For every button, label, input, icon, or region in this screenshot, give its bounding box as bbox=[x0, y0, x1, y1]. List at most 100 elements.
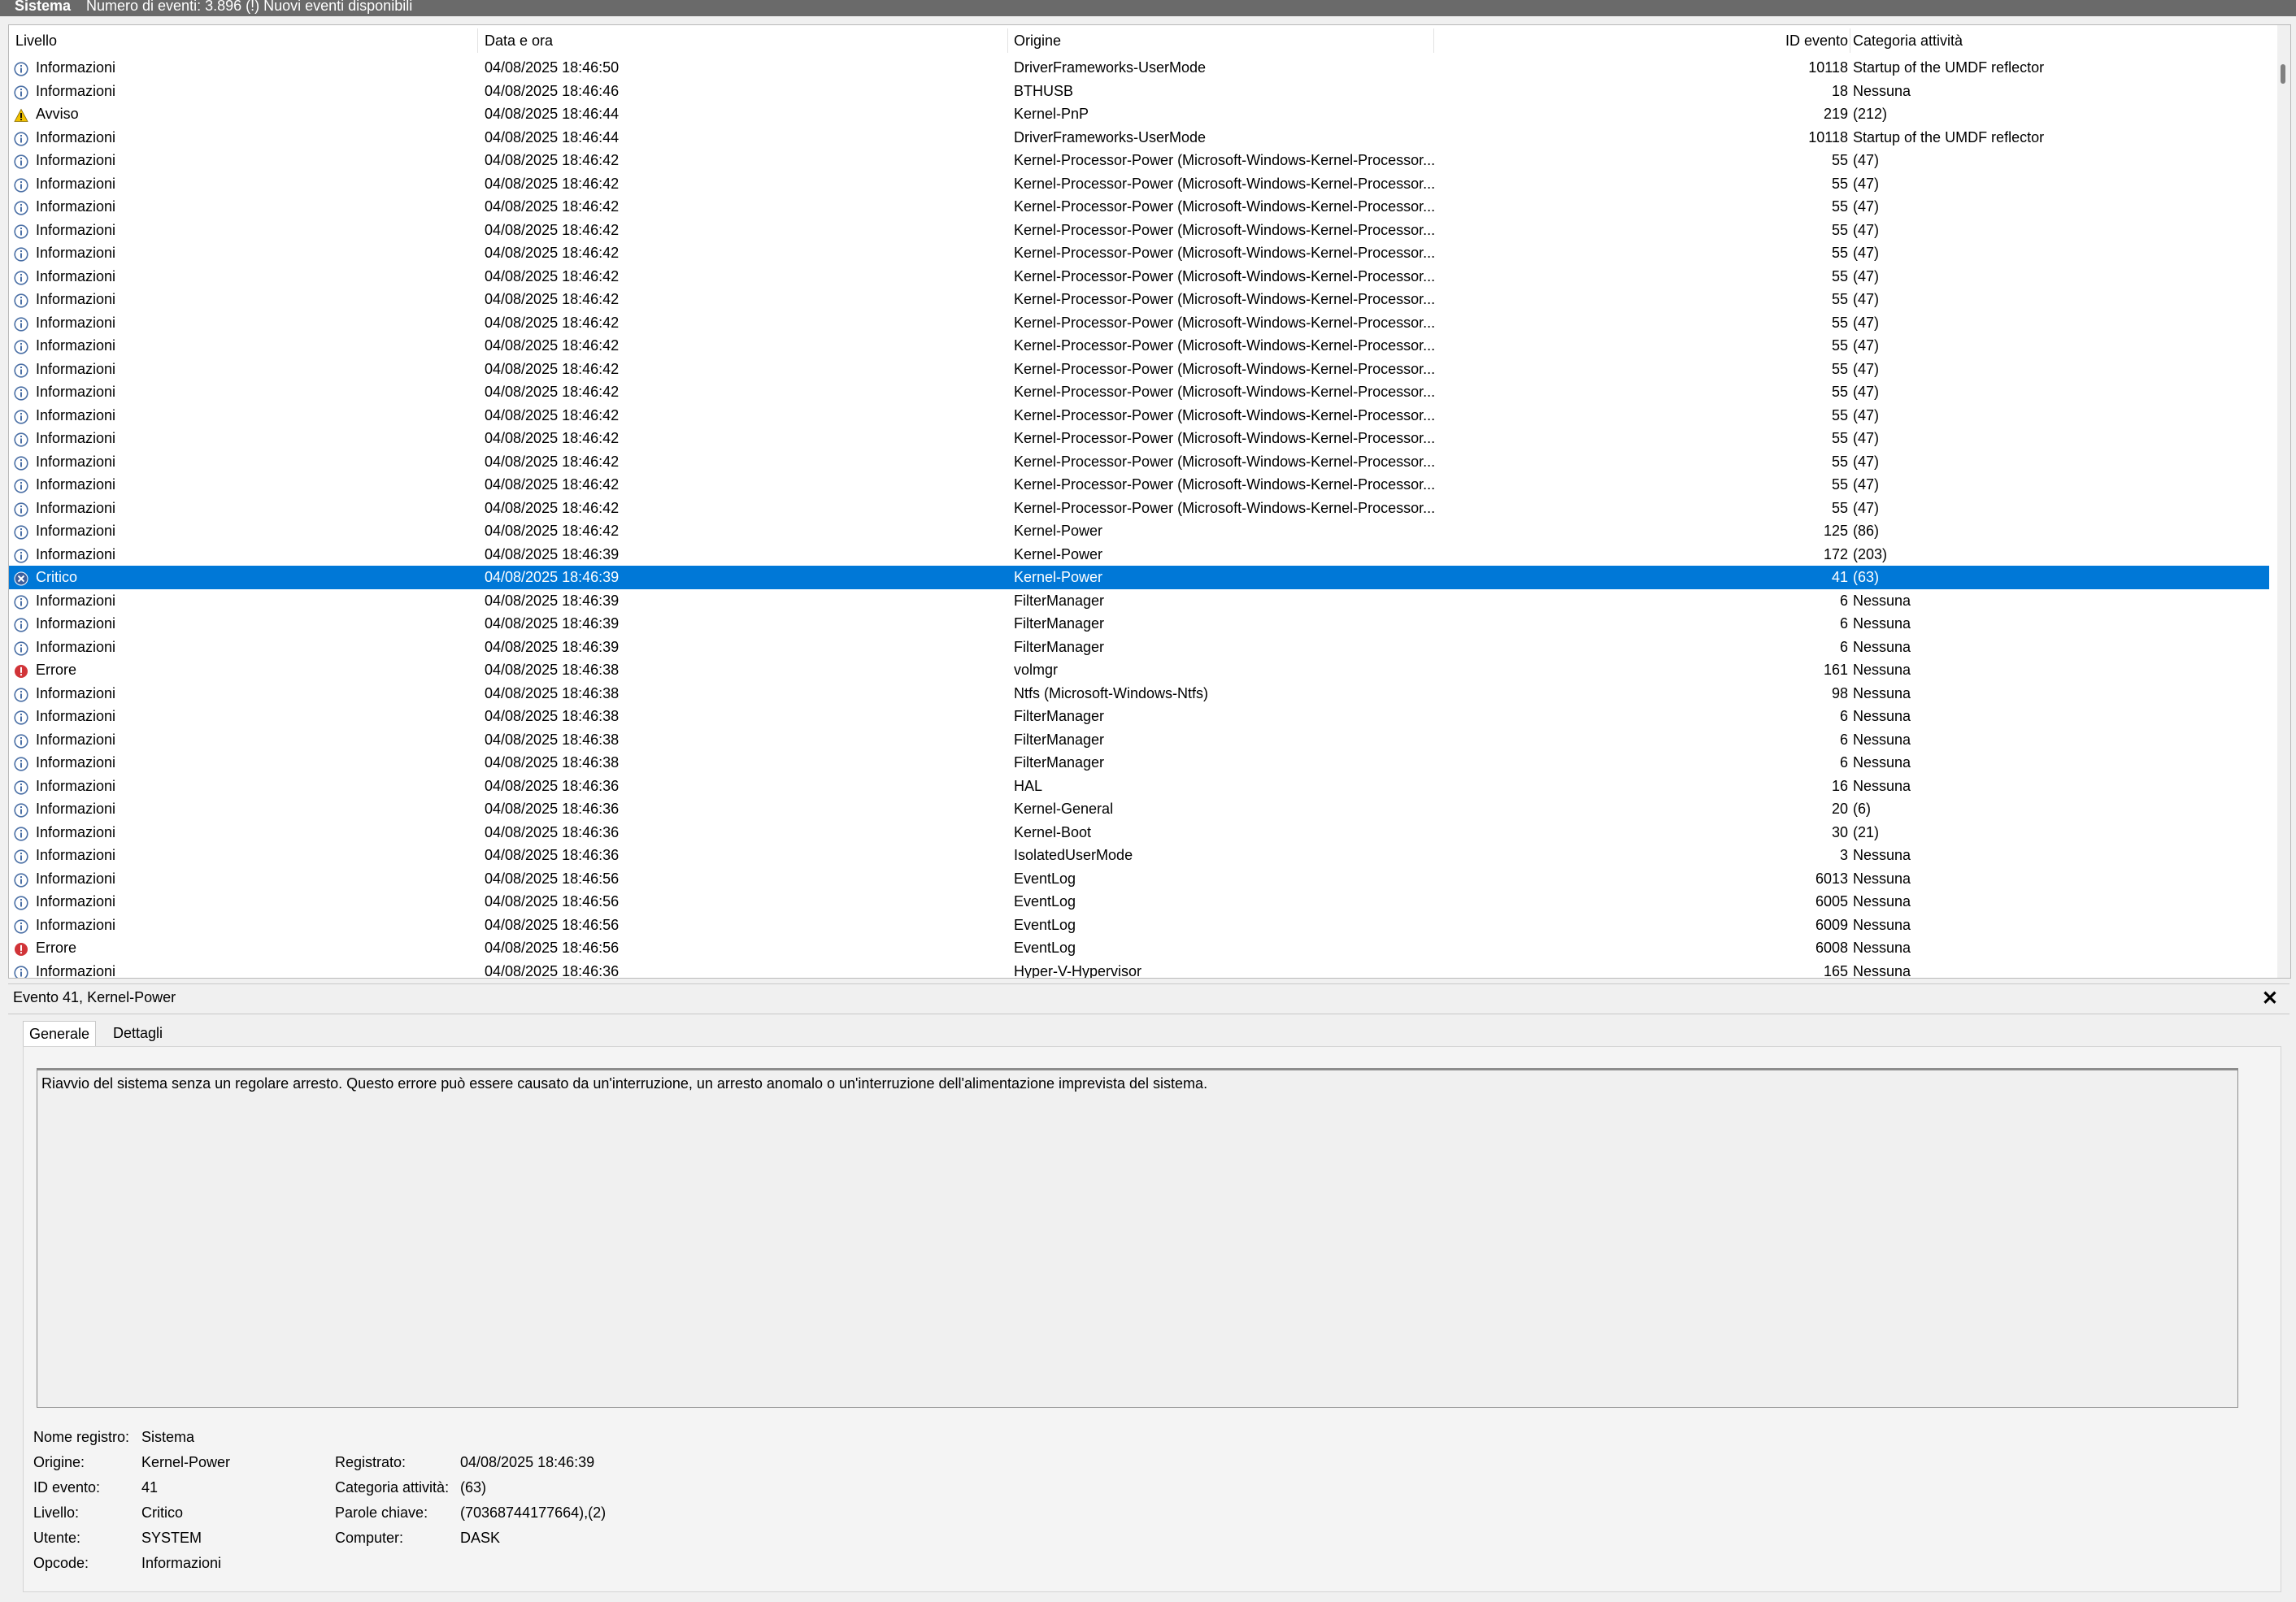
table-row[interactable]: Informazioni 04/08/2025 18:46:42 Kernel-Pr… bbox=[9, 149, 2269, 172]
table-row[interactable]: Informazioni 04/08/2025 18:46:56 EventLog 6… bbox=[9, 890, 2269, 914]
event-count[interactable]: Numero di eventi: 3.896 (!) Nuovi eventi… bbox=[86, 0, 412, 13]
table-row[interactable]: Informazioni 04/08/2025 18:46:39 FilterMan… bbox=[9, 636, 2269, 659]
table-row[interactable]: Informazioni 04/08/2025 18:46:42 Kernel-Pr… bbox=[9, 497, 2269, 520]
column-header-event-id[interactable]: ID evento bbox=[1749, 33, 1848, 50]
column-separator[interactable] bbox=[1007, 28, 1008, 53]
log-name-value: Sistema bbox=[141, 1429, 195, 1445]
column-header-category[interactable]: Categoria attività bbox=[1853, 33, 1963, 50]
date-cell: 04/08/2025 18:46:38 bbox=[485, 662, 620, 678]
date-cell: 04/08/2025 18:46:38 bbox=[485, 754, 620, 771]
source-cell: DriverFrameworks-UserMode bbox=[1014, 59, 1207, 76]
table-row[interactable]: Informazioni 04/08/2025 18:46:38 FilterMan… bbox=[9, 751, 2269, 775]
table-row[interactable]: Informazioni 04/08/2025 18:46:36 Hyper-V-H… bbox=[9, 960, 2269, 979]
table-row[interactable]: Informazioni 04/08/2025 18:46:42 Kernel-Pr… bbox=[9, 265, 2269, 289]
table-row[interactable]: Informazioni 04/08/2025 18:46:42 Kernel-Pr… bbox=[9, 404, 2269, 428]
table-row[interactable]: Informazioni 04/08/2025 18:46:42 Kernel-Pr… bbox=[9, 172, 2269, 196]
category-cell: (203) bbox=[1853, 545, 1888, 562]
table-row[interactable]: Informazioni 04/08/2025 18:46:36 IsolatedU… bbox=[9, 844, 2269, 867]
table-row[interactable]: Informazioni 04/08/2025 18:46:39 FilterMan… bbox=[9, 589, 2269, 613]
log-title: Sistema bbox=[15, 0, 72, 14]
event-description-box[interactable]: Riavvio del sistema senza un regolare ar… bbox=[37, 1068, 2238, 1408]
event-detail-header: Evento 41, Kernel-Power ✕ bbox=[8, 983, 2289, 1014]
category-cell: Nessuna bbox=[1853, 777, 1911, 794]
table-row[interactable]: Informazioni 04/08/2025 18:46:42 Kernel-Pr… bbox=[9, 380, 2269, 404]
date-cell: 04/08/2025 18:46:50 bbox=[485, 59, 620, 76]
date-cell: 04/08/2025 18:46:42 bbox=[485, 198, 620, 215]
table-row[interactable]: Informazioni 04/08/2025 18:46:44 DriverFra… bbox=[9, 126, 2269, 150]
category-cell: Nessuna bbox=[1853, 592, 1911, 609]
source-cell: Kernel-Processor-Power (Microsoft-Window… bbox=[1014, 430, 1436, 446]
info-icon bbox=[14, 825, 28, 841]
event-id-cell: 55 bbox=[1831, 221, 1848, 238]
tab-general[interactable]: Generale bbox=[23, 1021, 97, 1048]
table-row[interactable]: Informazioni 04/08/2025 18:46:39 Kernel-Po… bbox=[9, 543, 2269, 567]
table-row[interactable]: Informazioni 04/08/2025 18:46:36 HAL 16 Ness… bbox=[9, 775, 2269, 798]
column-header-date[interactable]: Data e ora bbox=[485, 33, 553, 50]
source-cell: Kernel-Boot bbox=[1014, 823, 1092, 840]
table-row[interactable]: Informazioni 04/08/2025 18:46:36 Kernel-Ge… bbox=[9, 797, 2269, 821]
table-row-selected[interactable]: Critico 04/08/2025 18:46:39 Kernel-Power 41… bbox=[9, 566, 2269, 589]
info-icon bbox=[14, 686, 28, 702]
event-id-cell: 10118 bbox=[1808, 128, 1848, 145]
table-row[interactable]: Informazioni 04/08/2025 18:46:36 Kernel-Bo… bbox=[9, 821, 2269, 844]
table-row[interactable]: Informazioni 04/08/2025 18:46:42 Kernel-Pr… bbox=[9, 241, 2269, 265]
table-row[interactable]: Informazioni 04/08/2025 18:46:56 EventLog 6… bbox=[9, 914, 2269, 937]
table-row[interactable]: Informazioni 04/08/2025 18:46:42 Kernel-Pr… bbox=[9, 358, 2269, 381]
table-row[interactable]: Informazioni 04/08/2025 18:46:38 FilterMan… bbox=[9, 705, 2269, 728]
table-row[interactable]: Informazioni 04/08/2025 18:46:42 Kernel-Pr… bbox=[9, 288, 2269, 311]
event-id-cell: 6005 bbox=[1815, 893, 1848, 910]
column-separator[interactable] bbox=[1433, 28, 1434, 53]
date-cell: 04/08/2025 18:46:44 bbox=[485, 106, 620, 122]
date-cell: 04/08/2025 18:46:46 bbox=[485, 82, 620, 99]
level-cell: Informazioni bbox=[36, 499, 116, 516]
date-cell: 04/08/2025 18:46:42 bbox=[485, 291, 620, 307]
table-row[interactable]: Informazioni 04/08/2025 18:46:42 Kernel-Po… bbox=[9, 519, 2269, 543]
table-row[interactable]: Informazioni 04/08/2025 18:46:42 Kernel-Pr… bbox=[9, 473, 2269, 497]
table-row[interactable]: Avviso 04/08/2025 18:46:44 Kernel-PnP 219 (2… bbox=[9, 102, 2269, 126]
level-cell: Informazioni bbox=[36, 291, 116, 307]
table-row[interactable]: Informazioni 04/08/2025 18:46:42 Kernel-Pr… bbox=[9, 219, 2269, 242]
source-cell: FilterManager bbox=[1014, 708, 1105, 724]
table-row[interactable]: Informazioni 04/08/2025 18:46:39 FilterMan… bbox=[9, 612, 2269, 636]
source-cell: EventLog bbox=[1014, 940, 1076, 956]
table-row[interactable]: Informazioni 04/08/2025 18:46:42 Kernel-Pr… bbox=[9, 450, 2269, 474]
category-cell: Nessuna bbox=[1853, 708, 1911, 724]
close-detail-button[interactable]: ✕ bbox=[2262, 987, 2278, 1010]
date-cell: 04/08/2025 18:46:36 bbox=[485, 962, 620, 979]
category-cell: Nessuna bbox=[1853, 662, 1911, 678]
table-row[interactable]: Informazioni 04/08/2025 18:46:38 FilterMan… bbox=[9, 728, 2269, 752]
category-cell: Nessuna bbox=[1853, 893, 1911, 910]
event-id-cell: 55 bbox=[1831, 267, 1848, 284]
source-cell: Kernel-Power bbox=[1014, 545, 1103, 562]
source-cell: FilterManager bbox=[1014, 592, 1105, 609]
table-row[interactable]: Informazioni 04/08/2025 18:46:56 EventLog 6… bbox=[9, 867, 2269, 891]
date-cell: 04/08/2025 18:46:36 bbox=[485, 847, 620, 863]
level-cell: Informazioni bbox=[36, 754, 116, 771]
tab-details[interactable]: Dettagli bbox=[107, 1021, 168, 1047]
table-row[interactable]: Informazioni 04/08/2025 18:46:50 DriverFra… bbox=[9, 56, 2269, 80]
scrollbar-thumb[interactable] bbox=[2281, 64, 2285, 84]
table-row[interactable]: Informazioni 04/08/2025 18:46:42 Kernel-Pr… bbox=[9, 334, 2269, 358]
info-icon bbox=[14, 338, 28, 354]
date-cell: 04/08/2025 18:46:42 bbox=[485, 175, 620, 192]
vertical-scrollbar[interactable] bbox=[2277, 25, 2290, 978]
table-row[interactable]: Informazioni 04/08/2025 18:46:42 Kernel-Pr… bbox=[9, 311, 2269, 335]
table-row[interactable]: Informazioni 04/08/2025 18:46:42 Kernel-Pr… bbox=[9, 427, 2269, 450]
column-header-row: Livello Data e ora Origine ID evento Cat… bbox=[9, 25, 2277, 56]
table-row[interactable]: Informazioni 04/08/2025 18:46:46 BTHUSB 18 N… bbox=[9, 80, 2269, 103]
date-cell: 04/08/2025 18:46:56 bbox=[485, 916, 620, 933]
table-row[interactable]: Errore 04/08/2025 18:46:56 EventLog 6008 Nes… bbox=[9, 936, 2269, 960]
category-cell: Nessuna bbox=[1853, 754, 1911, 771]
column-header-level[interactable]: Livello bbox=[15, 33, 57, 50]
column-header-source[interactable]: Origine bbox=[1014, 33, 1061, 50]
info-icon bbox=[14, 176, 28, 193]
event-id-cell: 20 bbox=[1831, 801, 1848, 817]
table-row[interactable]: Informazioni 04/08/2025 18:46:38 Ntfs (Mic… bbox=[9, 682, 2269, 705]
source-cell: Kernel-Processor-Power (Microsoft-Window… bbox=[1014, 337, 1436, 354]
source-cell: Kernel-Processor-Power (Microsoft-Window… bbox=[1014, 453, 1436, 470]
table-row[interactable]: Errore 04/08/2025 18:46:38 volmgr 161 Nessun… bbox=[9, 658, 2269, 682]
table-row[interactable]: Informazioni 04/08/2025 18:46:42 Kernel-Pr… bbox=[9, 195, 2269, 219]
column-separator[interactable] bbox=[477, 28, 478, 53]
event-id-cell: 6 bbox=[1839, 638, 1848, 655]
event-list[interactable]: Livello Data e ora Origine ID evento Cat… bbox=[8, 24, 2291, 979]
